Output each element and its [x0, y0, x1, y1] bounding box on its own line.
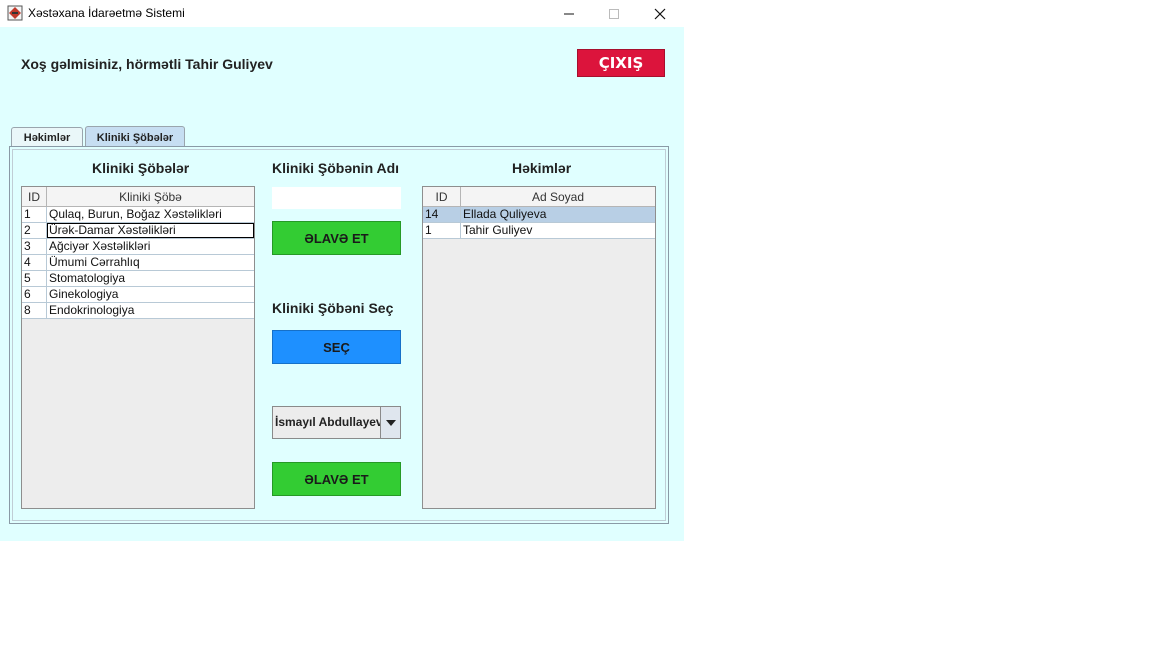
maximize-button[interactable]	[591, 0, 637, 27]
app-icon	[7, 5, 23, 21]
tab-kliniki-sobeler[interactable]: Kliniki Şöbələr	[85, 126, 185, 148]
window-title: Xəstəxana İdarəetmə Sistemi	[28, 6, 185, 20]
table-row[interactable]: 5 Stomatologiya	[22, 271, 254, 287]
table-row[interactable]: 2 Ürək-Damar Xəstəlikləri	[22, 223, 254, 239]
dropdown-button[interactable]	[380, 407, 400, 438]
welcome-message: Xoş gəlmisiniz, hörmətli Tahir Guliyev	[21, 56, 273, 72]
table-row[interactable]: 8 Endokrinologiya	[22, 303, 254, 319]
select-department-button[interactable]: SEÇ	[272, 330, 401, 364]
select-department-heading: Kliniki Şöbəni Seç	[272, 300, 394, 316]
table-header: ID Ad Soyad	[423, 187, 655, 207]
add-doctor-button[interactable]: ƏLAVƏ ET	[272, 462, 401, 496]
table-row-selected[interactable]: 14 Ellada Quliyeva	[423, 207, 655, 223]
table-row[interactable]: 6 Ginekologiya	[22, 287, 254, 303]
minimize-icon	[564, 13, 574, 14]
table-row[interactable]: 3 Ağciyər Xəstəlikləri	[22, 239, 254, 255]
column-header-id[interactable]: ID	[22, 187, 47, 206]
doctors-heading: Həkimlər	[512, 160, 572, 176]
maximize-icon	[609, 8, 619, 19]
table-row[interactable]: 1 Tahir Guliyev	[423, 223, 655, 239]
add-department-button[interactable]: ƏLAVƏ ET	[272, 221, 401, 255]
department-name-heading: Kliniki Şöbənin Adı	[272, 160, 400, 176]
table-row[interactable]: 1 Qulaq, Burun, Boğaz Xəstəlikləri	[22, 207, 254, 223]
column-header-id[interactable]: ID	[423, 187, 461, 206]
table-header: ID Kliniki Şöbə	[22, 187, 254, 207]
title-bar: Xəstəxana İdarəetmə Sistemi	[0, 0, 684, 27]
close-icon	[654, 8, 666, 19]
chevron-down-icon	[385, 419, 396, 426]
doctors-table[interactable]: ID Ad Soyad 14 Ellada Quliyeva 1 Tahir G…	[422, 186, 656, 509]
focused-cell: Ürək-Damar Xəstəlikləri	[47, 223, 254, 238]
department-name-input[interactable]	[272, 187, 401, 209]
tab-hekimler[interactable]: Həkimlər	[11, 127, 83, 147]
column-header-name[interactable]: Ad Soyad	[461, 187, 655, 206]
doctor-select-value: İsmayıl Abdullayev	[275, 415, 383, 429]
column-header-department[interactable]: Kliniki Şöbə	[47, 187, 254, 206]
departments-heading: Kliniki Şöbələr	[92, 160, 190, 176]
exit-button[interactable]: ÇIXIŞ	[577, 49, 665, 77]
app-window: Xəstəxana İdarəetmə Sistemi Xoş gəlmisin…	[0, 0, 684, 541]
doctor-select[interactable]: İsmayıl Abdullayev	[272, 406, 401, 439]
close-button[interactable]	[637, 0, 683, 27]
table-row[interactable]: 4 Ümumi Cərrahlıq	[22, 255, 254, 271]
minimize-button[interactable]	[546, 0, 592, 27]
departments-table[interactable]: ID Kliniki Şöbə 1 Qulaq, Burun, Boğaz Xə…	[21, 186, 255, 509]
